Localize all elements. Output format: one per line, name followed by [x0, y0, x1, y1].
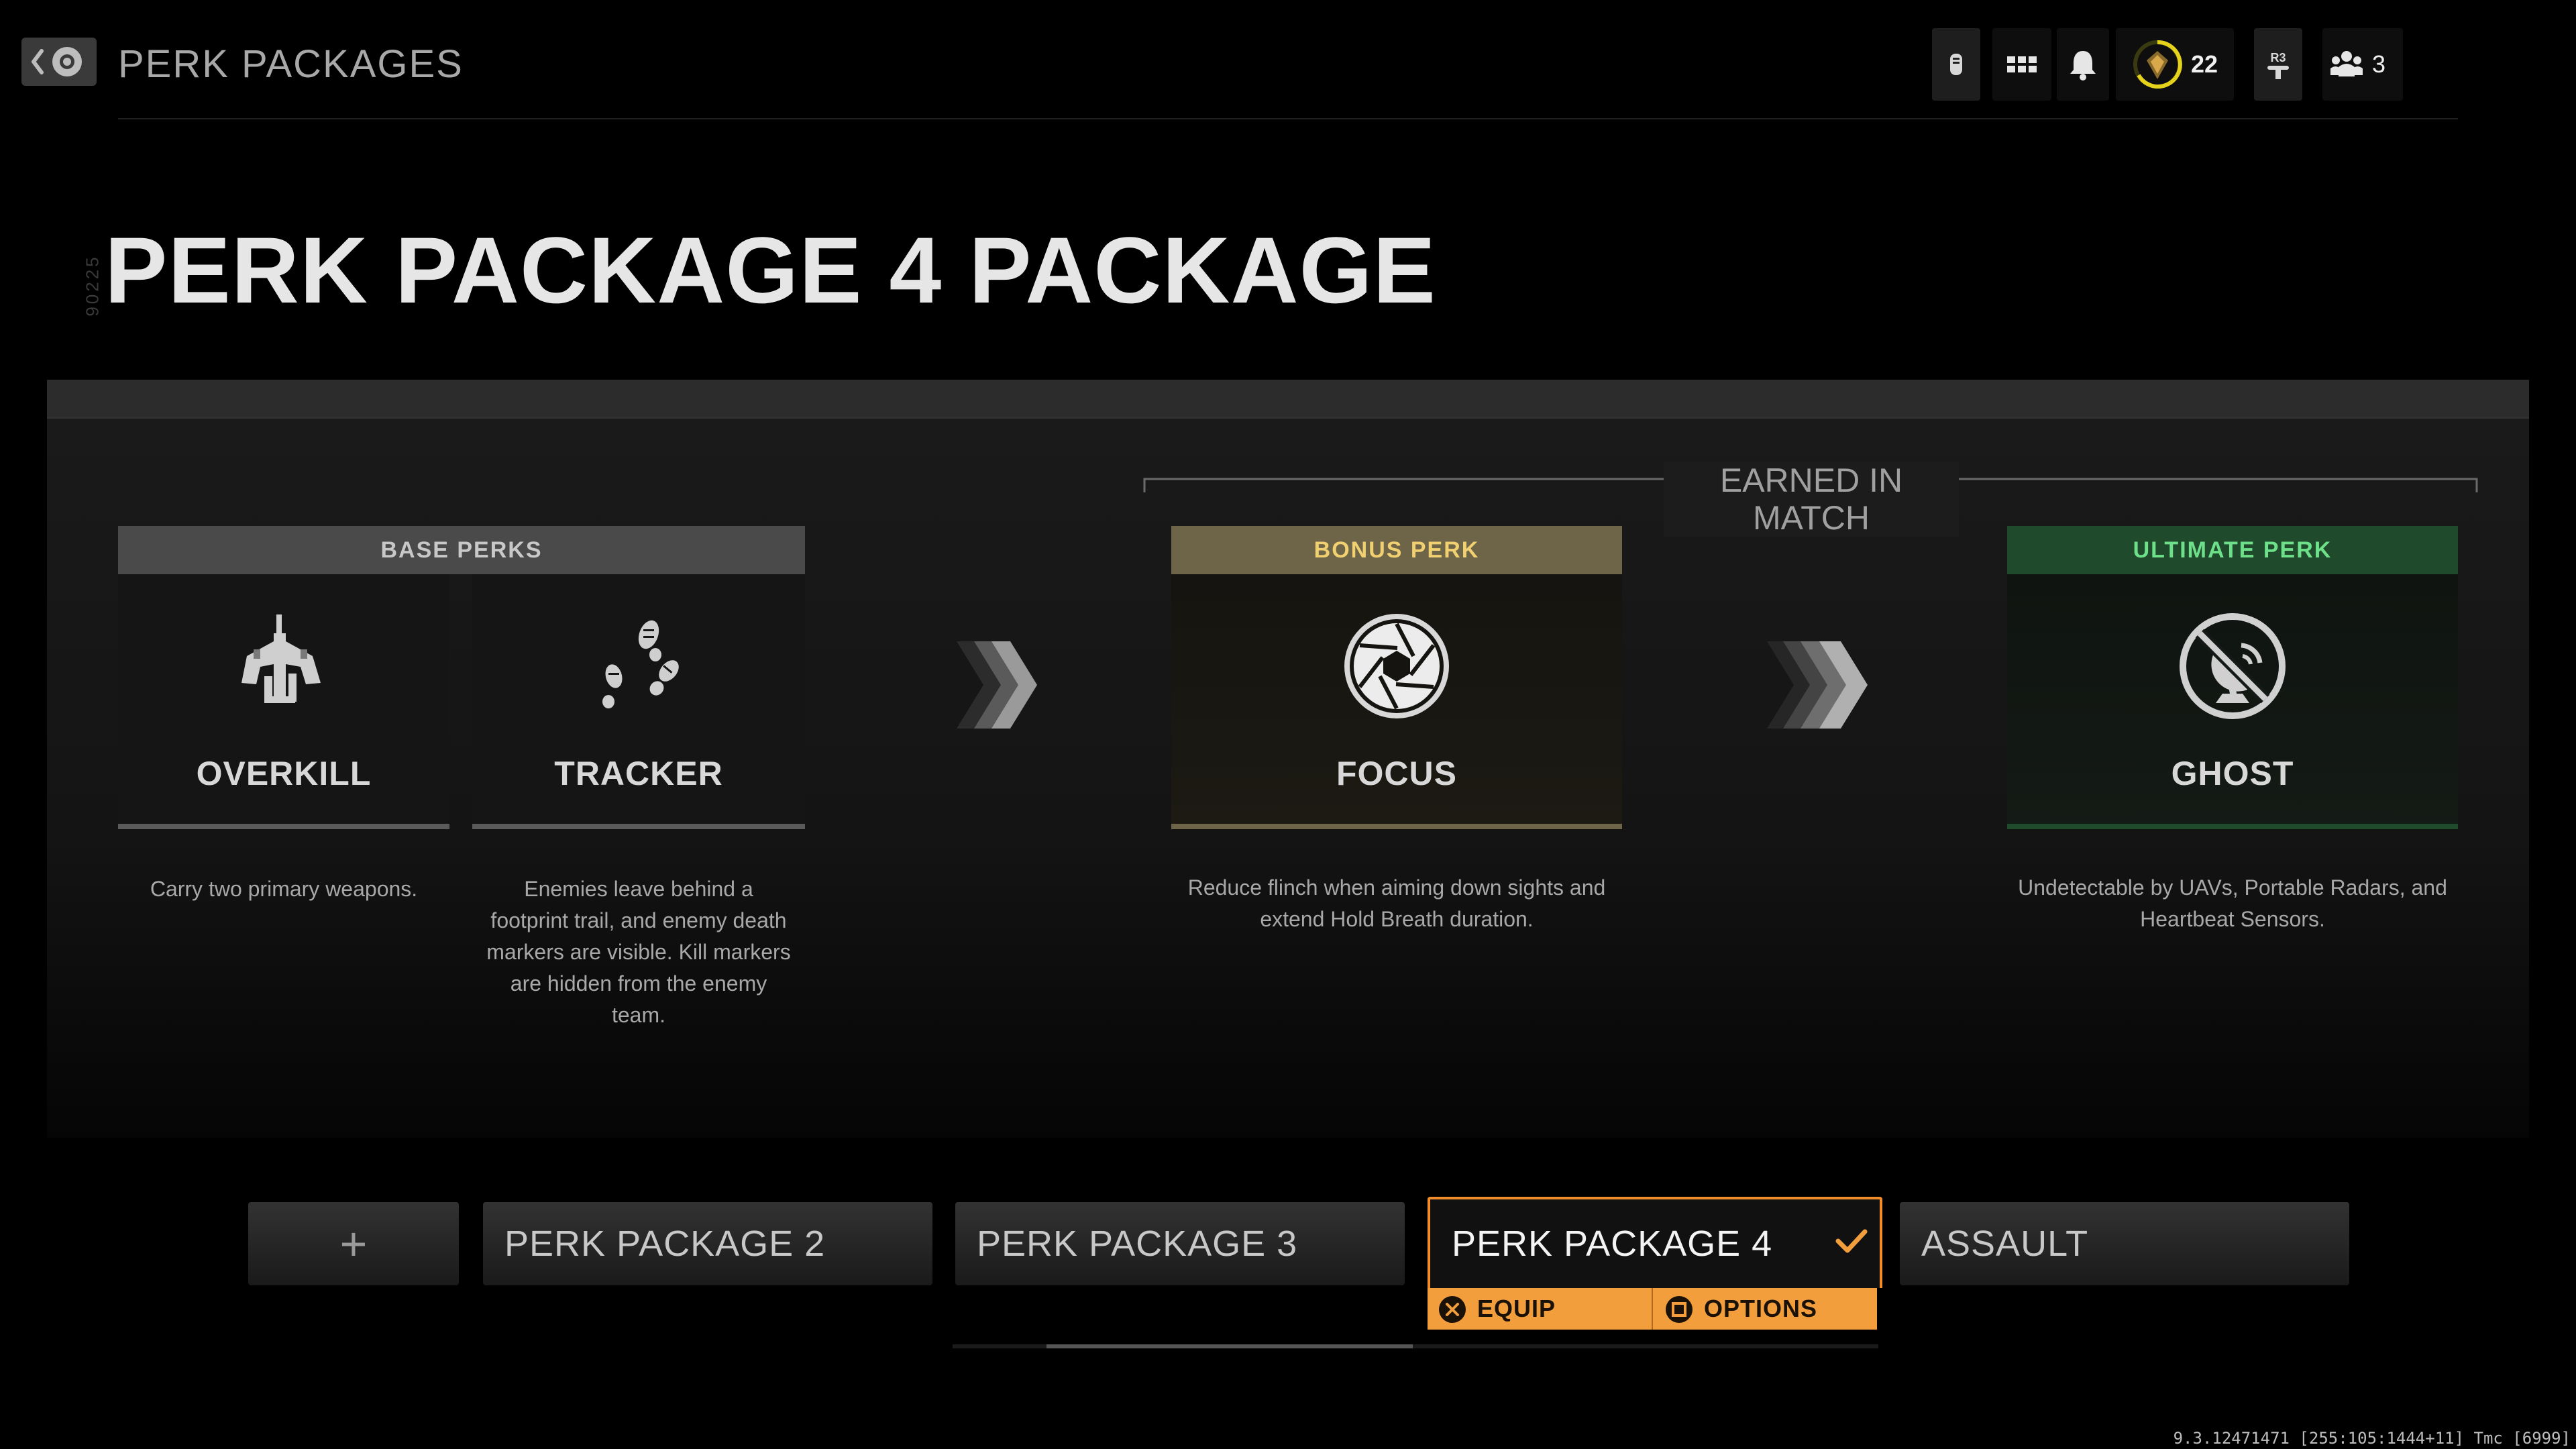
- controller-button[interactable]: [1932, 28, 1980, 101]
- package-tab-label: PERK PACKAGE 2: [504, 1224, 826, 1264]
- perk-name-focus: FOCUS: [1336, 755, 1457, 792]
- check-icon: [1835, 1229, 1868, 1253]
- party-count: 3: [2372, 50, 2386, 78]
- r3-button[interactable]: R3: [2254, 28, 2302, 101]
- add-package-button[interactable]: +: [248, 1202, 459, 1285]
- menu-grid-button[interactable]: [1992, 28, 2051, 101]
- earned-in-match-label: EARNED IN MATCH: [1664, 462, 1959, 537]
- perk-card-ghost[interactable]: GHOST: [2007, 574, 2458, 829]
- options-button[interactable]: OPTIONS: [1653, 1288, 1877, 1330]
- perk-name-overkill: OVERKILL: [196, 755, 372, 792]
- party-button[interactable]: 3: [2322, 28, 2403, 101]
- bonus-perk-header: BONUS PERK: [1171, 526, 1622, 574]
- package-action-bar: EQUIP OPTIONS: [1428, 1288, 1877, 1330]
- r3-label: R3: [2270, 51, 2286, 64]
- cross-button-icon: [1439, 1296, 1466, 1323]
- package-tab-perk-package-3[interactable]: PERK PACKAGE 3: [955, 1202, 1405, 1285]
- package-tab-label: PERK PACKAGE 3: [977, 1224, 1298, 1264]
- perk-name-tracker: TRACKER: [554, 755, 723, 792]
- perk-card-underline: [1171, 824, 1622, 829]
- side-code: 90225: [82, 254, 103, 317]
- package-tab-label: PERK PACKAGE 4: [1452, 1224, 1773, 1264]
- build-info: 9.3.12471471 [255:105:1444+11] Tmc [6999…: [2173, 1429, 2571, 1448]
- perk-description-focus: Reduce flinch when aiming down sights an…: [1187, 875, 1606, 931]
- equip-label: EQUIP: [1477, 1295, 1556, 1322]
- footprints-icon: [602, 620, 679, 708]
- package-scroll-thumb[interactable]: [1046, 1344, 1413, 1348]
- party-members-icon: [2330, 51, 2363, 76]
- back-icon: [32, 47, 82, 76]
- no-radar-icon: [2180, 613, 2286, 719]
- bell-icon: [2070, 51, 2096, 80]
- perk-card-tracker[interactable]: TRACKER: [472, 574, 805, 829]
- double-chevron-arrow-icon: [1767, 641, 1868, 729]
- perk-description-ghost: Undetectable by UAVs, Portable Radars, a…: [2018, 875, 2447, 931]
- notifications-button[interactable]: [2057, 28, 2109, 101]
- overkill-weapons-icon: [241, 614, 321, 703]
- controller-icon: [1950, 54, 1962, 75]
- perk-card-underline: [472, 824, 805, 829]
- perk-description-overkill: Carry two primary weapons.: [150, 877, 418, 901]
- package-tab-perk-package-2[interactable]: PERK PACKAGE 2: [483, 1202, 932, 1285]
- perk-name-ghost: GHOST: [2171, 755, 2294, 792]
- package-tab-assault[interactable]: ASSAULT: [1900, 1202, 2349, 1285]
- currency-display[interactable]: 22: [2116, 28, 2234, 101]
- currency-count: 22: [2191, 50, 2218, 78]
- perk-description-tracker: Enemies leave behind a footprint trail, …: [486, 877, 791, 1027]
- equip-button[interactable]: EQUIP: [1428, 1288, 1652, 1330]
- perk-card-focus[interactable]: FOCUS: [1171, 574, 1622, 829]
- perk-card-underline: [118, 824, 449, 829]
- ultimate-perk-header: ULTIMATE PERK: [2007, 526, 2458, 574]
- r3-stick-icon: R3: [2267, 51, 2289, 79]
- square-button-icon: [1666, 1296, 1693, 1323]
- package-tab-label: ASSAULT: [1921, 1224, 2089, 1264]
- base-perks-header: BASE PERKS: [118, 526, 805, 574]
- rank-ring-icon: [2133, 40, 2182, 89]
- package-tab-perk-package-4-selected[interactable]: PERK PACKAGE 4: [1428, 1197, 1882, 1288]
- perk-card-underline: [2007, 824, 2458, 829]
- plus-icon: +: [339, 1218, 368, 1270]
- panel-header-strip: [47, 380, 2529, 419]
- grid-icon: [2007, 56, 2037, 72]
- back-button[interactable]: [21, 38, 97, 86]
- aperture-icon: [1344, 614, 1449, 718]
- chevron-arrow-icon: [957, 641, 1037, 729]
- screen-title: PERK PACKAGES: [118, 42, 464, 86]
- perk-card-overkill[interactable]: OVERKILL: [118, 574, 449, 829]
- topbar-divider: [118, 118, 2458, 119]
- page-title: PERK PACKAGE 4 PACKAGE: [105, 217, 1436, 323]
- options-label: OPTIONS: [1704, 1295, 1818, 1322]
